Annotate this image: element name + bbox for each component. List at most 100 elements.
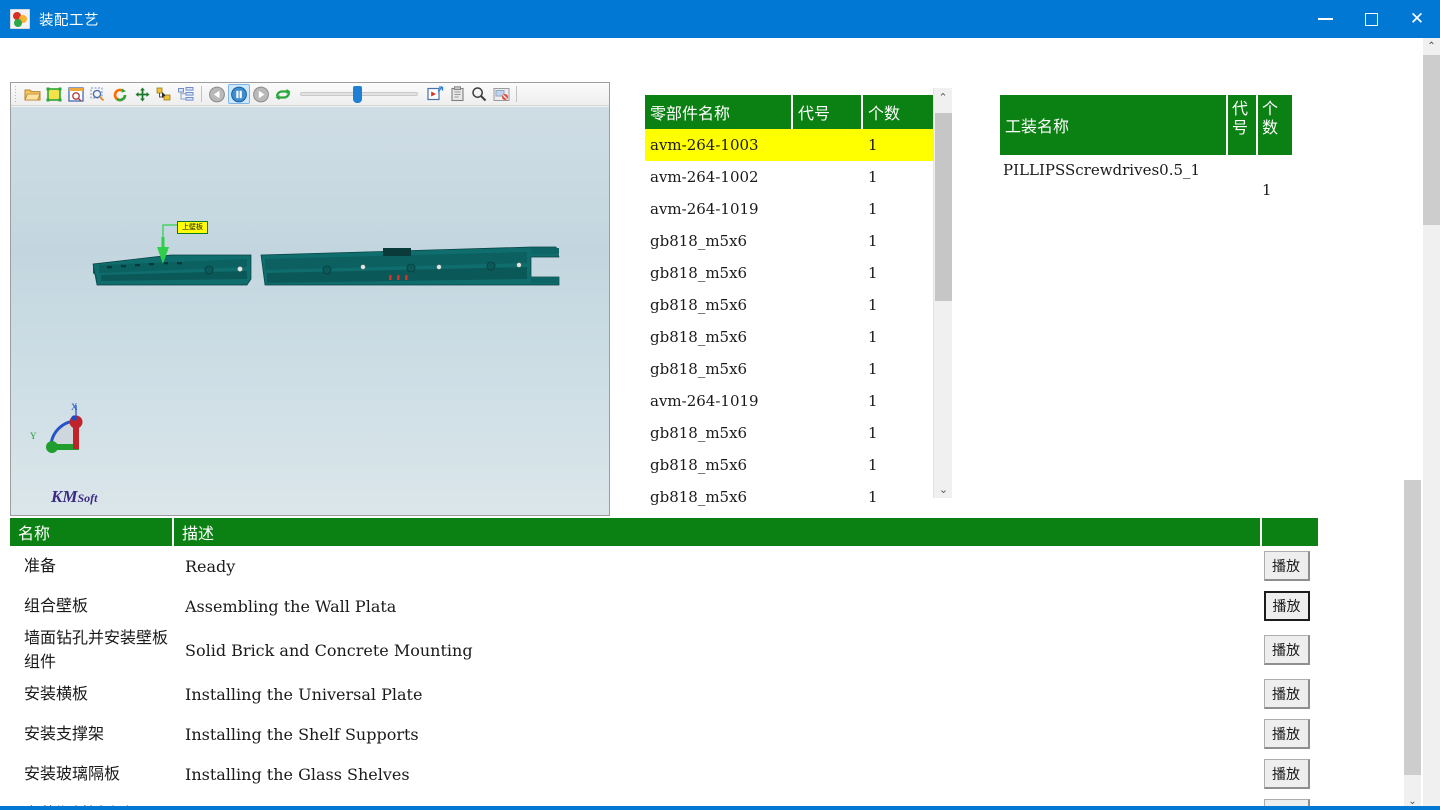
pan-icon[interactable] — [131, 84, 153, 104]
steps-header-desc: 描述 — [174, 518, 1262, 546]
parts-header-qty: 个数 — [863, 95, 933, 129]
part-name-cell: gb818_m5x6 — [645, 225, 793, 257]
steps-scroll-thumb[interactable] — [1404, 480, 1421, 775]
parts-table-row[interactable]: gb818_m5x61 — [645, 481, 933, 513]
part-name-cell: gb818_m5x6 — [645, 449, 793, 481]
parts-table-row[interactable]: gb818_m5x61 — [645, 417, 933, 449]
tools-table: 工装名称 代号 个数 PILLIPSScrewdrives0.5_11 — [1000, 95, 1300, 199]
step-action-cell: 播放 — [1255, 719, 1318, 749]
part-name-cell: avm-264-1002 — [645, 161, 793, 193]
close-icon[interactable]: ✕ — [1394, 0, 1440, 38]
minimize-button[interactable] — [1302, 0, 1348, 38]
play-icon[interactable] — [250, 84, 272, 104]
play-step-button[interactable]: 播放 — [1264, 759, 1310, 789]
step-name-cell: 准备 — [10, 554, 174, 578]
part-qty-cell: 1 — [863, 225, 933, 257]
tools-table-header: 工装名称 代号 个数 — [1000, 95, 1300, 155]
toolbar-grip[interactable] — [14, 86, 19, 103]
steps-table-body: 准备Ready播放组合壁板Assembling the Wall Plata 播放… — [10, 546, 1320, 810]
zoom-select-icon[interactable] — [87, 84, 109, 104]
part-name-cell: avm-264-1019 — [645, 193, 793, 225]
parts-table-row[interactable]: avm-264-10031 — [645, 129, 933, 161]
steps-table-row[interactable]: 组合壁板Assembling the Wall Plata 播放 — [10, 586, 1320, 626]
part-qty-cell: 1 — [863, 161, 933, 193]
maximize-button[interactable] — [1348, 0, 1394, 38]
parts-scroll-up-icon[interactable]: ⌃ — [934, 88, 952, 106]
part-name-cell: gb818_m5x6 — [645, 289, 793, 321]
play-step-button[interactable]: 播放 — [1264, 635, 1310, 665]
play-step-button[interactable]: 播放 — [1264, 719, 1310, 749]
part-code-cell — [793, 161, 863, 193]
window-controls: ✕ — [1302, 0, 1440, 38]
pick-part-icon[interactable] — [153, 84, 175, 104]
part-name-cell: gb818_m5x6 — [645, 417, 793, 449]
part-qty-cell: 1 — [863, 257, 933, 289]
parts-table-row[interactable]: gb818_m5x61 — [645, 289, 933, 321]
part-qty-cell: 1 — [863, 481, 933, 513]
tools-header-qty: 个数 — [1258, 95, 1292, 155]
step-action-cell: 播放 — [1255, 635, 1318, 665]
loop-icon[interactable] — [272, 84, 294, 104]
open-folder-icon[interactable] — [21, 84, 43, 104]
part-qty-cell: 1 — [863, 321, 933, 353]
parts-table-row[interactable]: gb818_m5x6 1 — [645, 353, 933, 385]
part-name-cell: gb818_m5x6 — [645, 353, 793, 385]
magnifier-icon[interactable] — [468, 84, 490, 104]
pause-icon[interactable] — [228, 84, 250, 104]
parts-table-row[interactable]: gb818_m5x61 — [645, 257, 933, 289]
window-titlebar: 装配工艺 ✕ — [0, 0, 1440, 38]
parts-table-row[interactable]: gb818_m5x61 — [645, 449, 933, 481]
parts-table-header: 零部件名称 代号 个数 — [645, 95, 933, 129]
step-name-cell: 组合壁板 — [10, 594, 174, 618]
play-step-button[interactable]: 播放 — [1264, 679, 1310, 709]
play-step-button[interactable]: 播放 — [1264, 591, 1310, 621]
zoom-window-icon[interactable] — [65, 84, 87, 104]
parts-scroll-down-icon[interactable]: ⌄ — [934, 480, 953, 498]
step-desc-cell: Assembling the Wall Plata — [174, 597, 1255, 616]
window-title: 装配工艺 — [39, 9, 99, 30]
part-qty-cell: 1 — [863, 385, 933, 417]
step-name-cell: 安装玻璃隔板 — [10, 762, 174, 786]
steps-vertical-scrollbar[interactable]: ⌄ — [1404, 480, 1421, 810]
svg-text:Y: Y — [30, 431, 37, 441]
main-scroll-thumb[interactable] — [1423, 55, 1440, 225]
steps-table-row[interactable]: 安装玻璃隔板Installing the Glass Shelves播放 — [10, 754, 1320, 794]
part-qty-cell: 1 — [863, 129, 933, 161]
tool-code-cell — [1228, 155, 1258, 199]
main-scroll-up-icon[interactable]: ⌃ — [1423, 38, 1440, 55]
parts-table-row[interactable]: avm-264-1019 1 — [645, 193, 933, 225]
parts-scrollbar[interactable]: ⌃ ⌄ — [933, 88, 952, 498]
parts-table-row[interactable]: avm-264-10191 — [645, 385, 933, 417]
parts-scroll-thumb[interactable] — [935, 113, 952, 301]
playback-speed-slider[interactable] — [300, 84, 418, 104]
steps-table-row[interactable]: 安装支撑架Installing the Shelf Supports播放 — [10, 714, 1320, 754]
parts-table-row[interactable]: avm-264-1002 1 — [645, 161, 933, 193]
snapshot-icon[interactable] — [446, 84, 468, 104]
viewer-canvas[interactable]: 上壁板 X Y KMSoft — [11, 107, 609, 515]
part-code-cell — [793, 417, 863, 449]
parts-table-row[interactable]: gb818_m5x6 1 — [645, 225, 933, 257]
play-step-button[interactable]: 播放 — [1264, 551, 1310, 581]
step-action-cell: 播放 — [1255, 591, 1318, 621]
part-code-cell — [793, 193, 863, 225]
export-video-icon[interactable] — [424, 84, 446, 104]
part-qty-cell: 1 — [863, 193, 933, 225]
step-name-cell: 安装支撑架 — [10, 722, 174, 746]
part-qty-cell: 1 — [863, 353, 933, 385]
step-action-cell: 播放 — [1255, 679, 1318, 709]
tools-table-row[interactable]: PILLIPSScrewdrives0.5_11 — [1000, 155, 1300, 199]
taskbar-strip — [0, 806, 1440, 810]
clear-icon[interactable] — [490, 84, 512, 104]
parts-table-row[interactable]: gb818_m5x61 — [645, 321, 933, 353]
tools-header-name: 工装名称 — [1000, 95, 1228, 155]
step-back-icon[interactable] — [206, 84, 228, 104]
rotate-icon[interactable] — [109, 84, 131, 104]
steps-table-row[interactable]: 墙面钻孔并安装壁板组件Solid Brick and Concrete Moun… — [10, 626, 1320, 674]
viewer-toolbar — [11, 83, 609, 106]
steps-table-row[interactable]: 安装横板Installing the Universal Plate播放 — [10, 674, 1320, 714]
fit-to-window-icon[interactable] — [43, 84, 65, 104]
steps-header-name: 名称 — [10, 518, 174, 546]
steps-table-row[interactable]: 准备Ready播放 — [10, 546, 1320, 586]
tree-view-icon[interactable] — [175, 84, 197, 104]
main-vertical-scrollbar[interactable]: ⌃ — [1423, 38, 1440, 810]
